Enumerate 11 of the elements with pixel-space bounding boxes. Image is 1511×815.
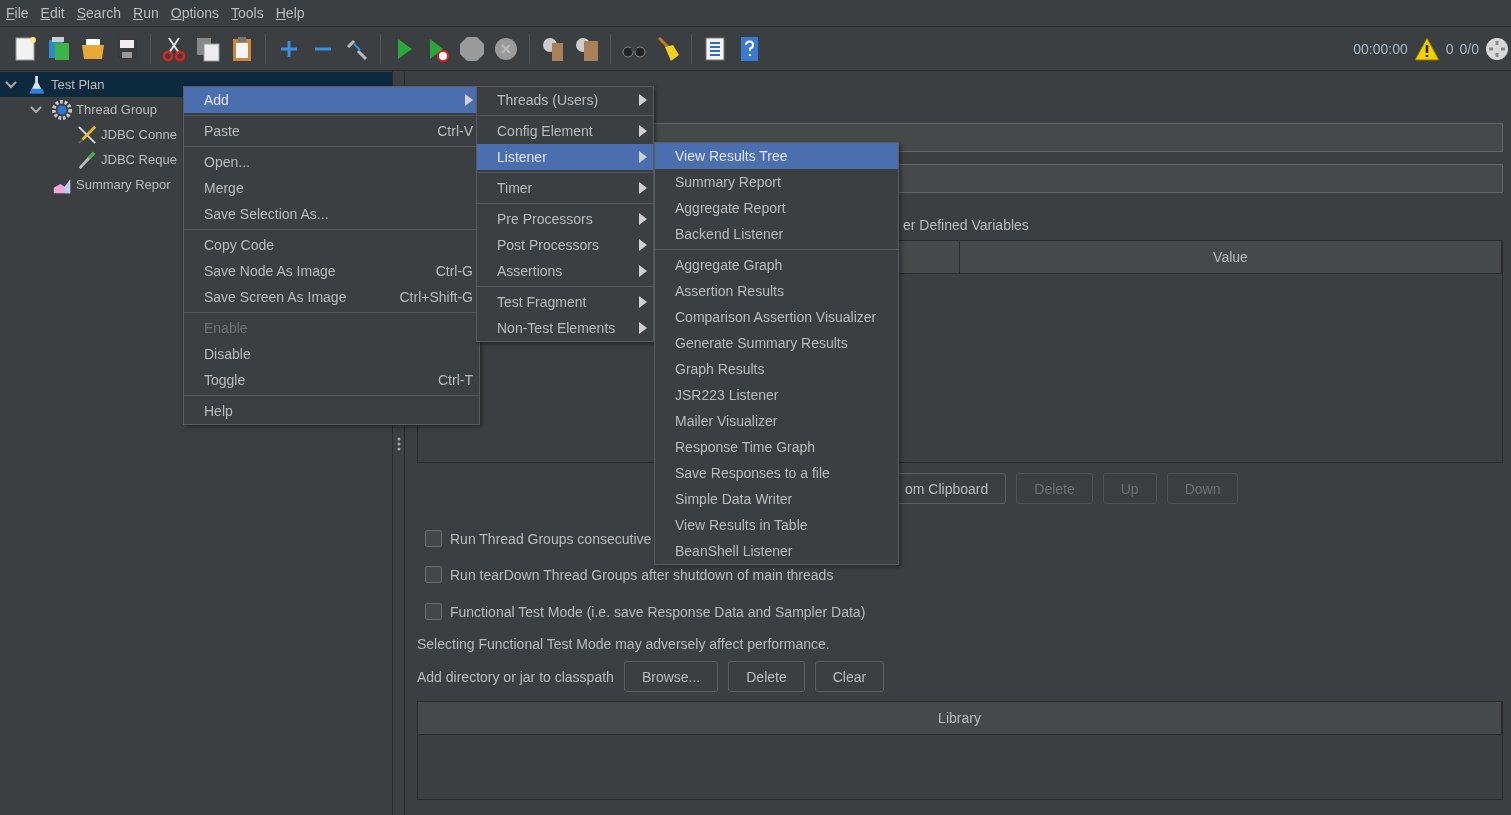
classpath-label: Add directory or jar to classpath [417,668,614,685]
column-header: Value [960,241,1502,273]
thread-count: 0/0 [1459,40,1479,57]
note-text: Selecting Functional Test Mode may adversely affect performance. [417,636,831,654]
elapsed-time: 00:00:00 [1353,40,1408,57]
checkbox-label: Functional Test Mode (i.e. save Response Data and Sampler Data) [450,603,866,620]
checkbox-label: Run Thread Groups consecutive [450,530,652,547]
section-label: er Defined Variables [903,217,1029,233]
warning-count: 0 [1445,40,1454,57]
column-header: Library [418,702,1502,734]
checkbox-label: Run tearDown Thread Groups after shutdown of main threads [450,566,834,583]
